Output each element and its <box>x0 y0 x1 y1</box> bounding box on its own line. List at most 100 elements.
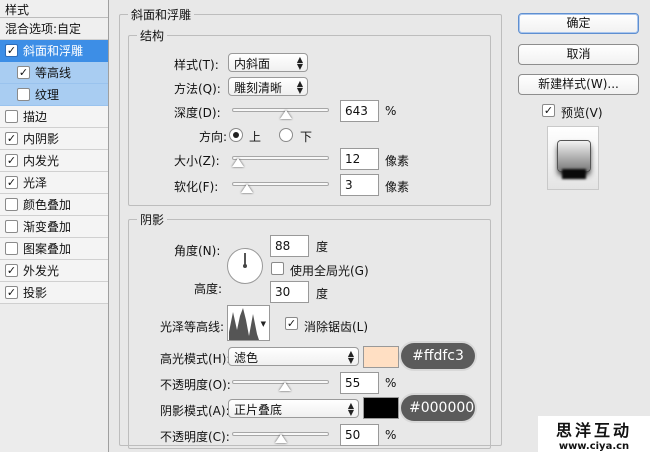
depth-input[interactable]: 643 <box>340 100 379 122</box>
depth-label: 深度(D): <box>174 106 221 120</box>
style-value: 内斜面 <box>234 57 271 71</box>
size-unit: 像素 <box>385 154 410 168</box>
watermark-url: www.ciya.cn <box>558 441 630 452</box>
style-item-checkbox[interactable] <box>5 198 18 211</box>
direction-up-label: 上 <box>249 130 262 144</box>
style-item-label: 外发光 <box>23 264 60 278</box>
style-item[interactable]: 图案叠加 <box>0 238 108 260</box>
direction-up-radio[interactable] <box>229 128 243 142</box>
altitude-label: 高度: <box>194 282 223 296</box>
shadow-opacity-unit: % <box>385 428 397 442</box>
shadow-color-swatch[interactable] <box>363 397 399 419</box>
shadow-mode-label: 阴影模式(A): <box>160 404 230 418</box>
method-select[interactable]: 雕刻清晰 ▲ ▼ <box>228 77 308 96</box>
shadow-mode-value: 正片叠底 <box>234 403 283 417</box>
style-item[interactable]: 颜色叠加 <box>0 194 108 216</box>
structure-title: 结构 <box>140 29 165 43</box>
style-item-label: 内阴影 <box>23 132 60 146</box>
soften-slider-thumb[interactable] <box>240 184 253 193</box>
style-item-label: 纹理 <box>35 88 60 102</box>
style-item-checkbox[interactable]: ✓ <box>5 264 18 277</box>
style-item-checkbox[interactable]: ✓ <box>5 176 18 189</box>
highlight-color-tag: #ffdfc3 <box>401 343 475 369</box>
select-arrows-icon: ▲ ▼ <box>296 55 303 71</box>
size-input[interactable]: 12 <box>340 148 379 170</box>
style-item[interactable]: 渐变叠加 <box>0 216 108 238</box>
style-item[interactable]: 描边 <box>0 106 108 128</box>
gloss-contour-picker[interactable]: ▼ <box>227 305 270 341</box>
highlight-opacity-input[interactable]: 55 <box>340 372 379 394</box>
contour-curve-icon <box>229 308 259 340</box>
global-light-label: 使用全局光(G) <box>290 264 369 278</box>
direction-down-label: 下 <box>300 130 313 144</box>
style-label: 样式(T): <box>174 58 219 72</box>
style-item[interactable]: ✓ 等高线 <box>0 62 108 84</box>
global-light-checkbox[interactable] <box>271 262 284 275</box>
direction-down-radio[interactable] <box>279 128 293 142</box>
style-item-label: 光泽 <box>23 176 48 190</box>
altitude-unit: 度 <box>316 287 329 301</box>
preview-label: 预览(V) <box>561 106 603 120</box>
style-item-checkbox[interactable]: ✓ <box>5 286 18 299</box>
style-item[interactable]: ✓ 内阴影 <box>0 128 108 150</box>
highlight-mode-select[interactable]: 滤色 ▲ ▼ <box>228 347 359 366</box>
altitude-input[interactable]: 30 <box>270 281 309 303</box>
highlight-color-swatch[interactable] <box>363 346 399 368</box>
soften-unit: 像素 <box>385 180 410 194</box>
style-item-checkbox[interactable] <box>17 88 30 101</box>
style-item[interactable]: ✓ 斜面和浮雕 <box>0 40 108 62</box>
styles-panel: 样式 混合选项:自定 ✓ 斜面和浮雕 ✓ 等高线 纹理 描边 ✓ 内阴影 ✓ 内发光 ✓ 光泽 颜色叠加… <box>0 0 109 452</box>
style-select[interactable]: 内斜面 ▲ ▼ <box>228 53 308 72</box>
style-item[interactable]: ✓ 光泽 <box>0 172 108 194</box>
cancel-button[interactable]: 取消 <box>518 44 639 65</box>
blending-options-label: 混合选项:自定 <box>5 22 82 36</box>
select-arrows-icon: ▲ ▼ <box>296 79 303 95</box>
shadow-color-tag: #000000 <box>401 395 475 421</box>
angle-dial[interactable] <box>227 248 263 284</box>
highlight-opacity-thumb[interactable] <box>279 382 292 391</box>
style-item-checkbox[interactable]: ✓ <box>17 66 30 79</box>
blending-options-item[interactable]: 混合选项:自定 <box>0 18 108 40</box>
preview-square <box>558 141 590 171</box>
shadow-mode-select[interactable]: 正片叠底 ▲ ▼ <box>228 399 359 418</box>
ok-button[interactable]: 确定 <box>518 13 639 34</box>
highlight-opacity-unit: % <box>385 376 397 390</box>
method-value: 雕刻清晰 <box>234 81 283 95</box>
antialias-checkbox[interactable]: ✓ <box>285 317 298 330</box>
soften-input[interactable]: 3 <box>340 174 379 196</box>
highlight-mode-value: 滤色 <box>234 351 259 365</box>
style-item-checkbox[interactable] <box>5 220 18 233</box>
size-slider-thumb[interactable] <box>231 158 244 167</box>
style-item-label: 内发光 <box>23 154 60 168</box>
style-item-checkbox[interactable] <box>5 110 18 123</box>
antialias-label: 消除锯齿(L) <box>304 320 369 334</box>
style-item[interactable]: ✓ 投影 <box>0 282 108 304</box>
shadow-opacity-input[interactable]: 50 <box>340 424 379 446</box>
size-label: 大小(Z): <box>174 154 220 168</box>
style-item[interactable]: 纹理 <box>0 84 108 106</box>
angle-center <box>243 264 247 268</box>
style-item-checkbox[interactable]: ✓ <box>5 44 18 57</box>
watermark: 思洋互动 www.ciya.cn <box>538 416 650 452</box>
shadow-opacity-thumb[interactable] <box>274 434 287 443</box>
depth-slider-thumb[interactable] <box>280 110 293 119</box>
style-item-checkbox[interactable]: ✓ <box>5 154 18 167</box>
size-slider-track[interactable] <box>232 156 329 160</box>
gloss-contour-label: 光泽等高线: <box>160 320 225 334</box>
direction-label: 方向: <box>199 130 228 144</box>
styles-header: 样式 <box>0 0 108 18</box>
style-item[interactable]: ✓ 外发光 <box>0 260 108 282</box>
style-item-label: 渐变叠加 <box>23 220 72 234</box>
shading-title: 阴影 <box>140 213 165 227</box>
style-preview-thumbnail <box>547 126 599 190</box>
style-item[interactable]: ✓ 内发光 <box>0 150 108 172</box>
style-item-label: 等高线 <box>35 66 72 80</box>
style-item-checkbox[interactable]: ✓ <box>5 132 18 145</box>
style-item-checkbox[interactable] <box>5 242 18 255</box>
style-item-label: 描边 <box>23 110 48 124</box>
select-arrows-icon: ▲ ▼ <box>347 401 354 417</box>
preview-checkbox[interactable]: ✓ <box>542 104 555 117</box>
bevel-emboss-panel: 斜面和浮雕 结构 样式(T): 内斜面 ▲ ▼ 方法(Q): 雕刻清晰 ▲ ▼ 深度… <box>114 0 504 452</box>
angle-input[interactable]: 88 <box>270 235 309 257</box>
new-style-button[interactable]: 新建样式(W)... <box>518 74 639 95</box>
